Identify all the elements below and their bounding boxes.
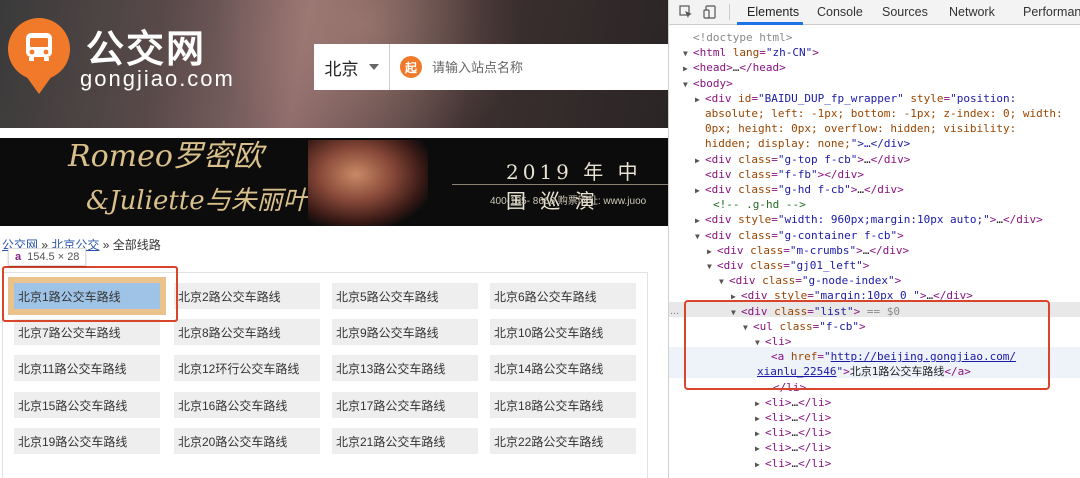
banner-phone: 400-185- 8666 购票网址: www.juoo [490, 196, 647, 207]
highlight-box [2, 266, 178, 322]
route-link[interactable]: 北京15路公交车路线 [14, 392, 160, 418]
expand-toggle-icon[interactable]: ▼ [707, 259, 717, 274]
station-search-input[interactable] [432, 59, 652, 75]
webpage-panel: 公交网 gongjiao.com 北京 起 Romeo罗密欧 &Juliette… [0, 0, 668, 478]
route-link[interactable]: 北京9路公交车路线 [332, 319, 478, 345]
caret-down-icon [368, 64, 379, 70]
route-link[interactable]: 北京22路公交车路线 [490, 428, 636, 454]
dom-node-line[interactable]: ▶ <div class="m-crumbs">…</div> [707, 243, 909, 258]
dom-node-line[interactable]: ▼ <div class="g-node-index"> [719, 273, 901, 288]
expand-toggle-icon[interactable]: ▶ [755, 441, 765, 456]
expand-toggle-icon[interactable]: ▶ [755, 457, 765, 472]
dom-node-line[interactable]: ▶ <li>…</li> [755, 440, 831, 455]
route-link[interactable]: 北京16路公交车路线 [174, 392, 320, 418]
expand-toggle-icon[interactable]: ▶ [755, 411, 765, 426]
expand-toggle-icon[interactable]: ▶ [695, 213, 705, 228]
dom-node-line[interactable]: ▶ <div id="BAIDU_DUP_fp_wrapper" style="p… [695, 91, 1016, 106]
tab-network[interactable]: Network [949, 5, 995, 19]
tab-console[interactable]: Console [817, 5, 863, 19]
dom-node-line[interactable]: ▶ <div class="g-hd f-cb">…</div> [695, 182, 904, 197]
dom-node-line[interactable]: ▶ <div class="g-top f-cb">…</div> [695, 152, 910, 167]
toolbar-separator [729, 4, 730, 20]
dom-node-line[interactable]: <!doctype html> [683, 30, 792, 45]
route-link[interactable]: 北京5路公交车路线 [332, 283, 478, 309]
site-logo-title[interactable]: 公交网 [86, 18, 206, 73]
active-tab-indicator [737, 22, 803, 25]
breadcrumb-current: 全部线路 [112, 238, 161, 252]
search-field[interactable]: 起 [390, 44, 668, 90]
dom-node-line[interactable]: <div class="f-fb"></div> [695, 167, 864, 182]
route-link[interactable]: 北京20路公交车路线 [174, 428, 320, 454]
devtools-toolbar: Elements Console Sources Network Perform… [669, 0, 1080, 25]
route-link[interactable]: 北京18路公交车路线 [490, 392, 636, 418]
dom-highlight-box [684, 300, 1050, 390]
route-link[interactable]: 北京2路公交车路线 [174, 283, 320, 309]
dom-node-line[interactable]: ▶ <head>…</head> [683, 60, 786, 75]
expand-toggle-icon[interactable]: ▶ [683, 61, 693, 76]
tooltip-tag: a [15, 251, 22, 263]
banner-title-line1: Romeo罗密欧 [68, 139, 263, 174]
dom-node-line[interactable]: <!-- .g-hd --> [703, 197, 806, 212]
tooltip-size: 154.5 × 28 [27, 251, 80, 263]
dom-node-line[interactable]: ▶ <li>…</li> [755, 425, 831, 440]
banner-image [308, 140, 428, 226]
route-link[interactable]: 北京21路公交车路线 [332, 428, 478, 454]
dom-node-line[interactable]: ▼ <body> [683, 76, 733, 91]
tab-elements[interactable]: Elements [747, 5, 799, 19]
route-link[interactable]: 北京6路公交车路线 [490, 283, 636, 309]
banner-title-line2: &Juliette与朱丽叶 [86, 186, 309, 216]
route-link[interactable]: 北京17路公交车路线 [332, 392, 478, 418]
dom-node-line[interactable]: ▶ <li>…</li> [755, 395, 831, 410]
expand-toggle-icon[interactable]: ▶ [695, 92, 705, 107]
inspect-element-icon[interactable] [679, 5, 693, 19]
expand-toggle-icon[interactable]: ▶ [695, 183, 705, 198]
city-label: 北京 [324, 59, 359, 79]
expand-toggle-icon[interactable]: ▼ [683, 46, 693, 61]
dom-node-line[interactable]: ▼ <html lang="zh-CN"> [683, 45, 819, 60]
route-link[interactable]: 北京13路公交车路线 [332, 355, 478, 381]
expand-toggle-icon[interactable]: ▶ [755, 396, 765, 411]
dom-ellipsis[interactable]: ... [670, 305, 679, 317]
expand-toggle-icon[interactable]: ▼ [695, 229, 705, 244]
dom-node-line[interactable]: absolute; left: -1px; bottom: -1px; z-in… [695, 106, 1063, 121]
tab-performance[interactable]: Performan [1023, 5, 1080, 19]
route-link[interactable]: 北京10路公交车路线 [490, 319, 636, 345]
device-toggle-icon[interactable] [703, 5, 717, 19]
inspect-tooltip: a 154.5 × 28 [8, 248, 87, 266]
breadcrumb-sep: » [102, 238, 110, 252]
start-badge-icon: 起 [400, 56, 422, 78]
dom-node-line[interactable]: ▶ <li>…</li> [755, 456, 831, 471]
expand-toggle-icon[interactable]: ▼ [683, 77, 693, 92]
dom-node-line[interactable]: ▶ <li>…</li> [755, 410, 831, 425]
bus-icon [26, 33, 52, 61]
dom-node-line[interactable]: hidden; display: none;">…</div> [695, 136, 910, 151]
route-link[interactable]: 北京8路公交车路线 [174, 319, 320, 345]
dom-node-line[interactable]: 0px; height: 0px; overflow: hidden; visi… [695, 121, 1016, 136]
search-bar: 北京 起 [314, 44, 668, 90]
banner-divider [452, 184, 668, 185]
route-link[interactable]: 北京7路公交车路线 [14, 319, 160, 345]
expand-toggle-icon[interactable]: ▶ [755, 426, 765, 441]
expand-toggle-icon[interactable]: ▶ [707, 244, 717, 259]
dom-node-line[interactable]: ▶ <div style="width: 960px;margin:10px au… [695, 212, 1043, 227]
route-link[interactable]: 北京14路公交车路线 [490, 355, 636, 381]
route-link[interactable]: 北京12环行公交车路线 [174, 355, 320, 381]
dom-node-line[interactable]: ▼ <div class="g-container f-cb"> [695, 228, 904, 243]
devtools-panel: Elements Console Sources Network Perform… [669, 0, 1080, 478]
city-select[interactable]: 北京 [314, 44, 390, 90]
tab-sources[interactable]: Sources [882, 5, 928, 19]
expand-toggle-icon[interactable]: ▼ [719, 274, 729, 289]
route-link[interactable]: 北京19路公交车路线 [14, 428, 160, 454]
route-link[interactable]: 北京11路公交车路线 [14, 355, 160, 381]
site-logo-domain[interactable]: gongjiao.com [80, 66, 235, 92]
expand-toggle-icon[interactable]: ▶ [695, 153, 705, 168]
dom-node-line[interactable]: ▼ <div class="gj01_left"> [707, 258, 869, 273]
